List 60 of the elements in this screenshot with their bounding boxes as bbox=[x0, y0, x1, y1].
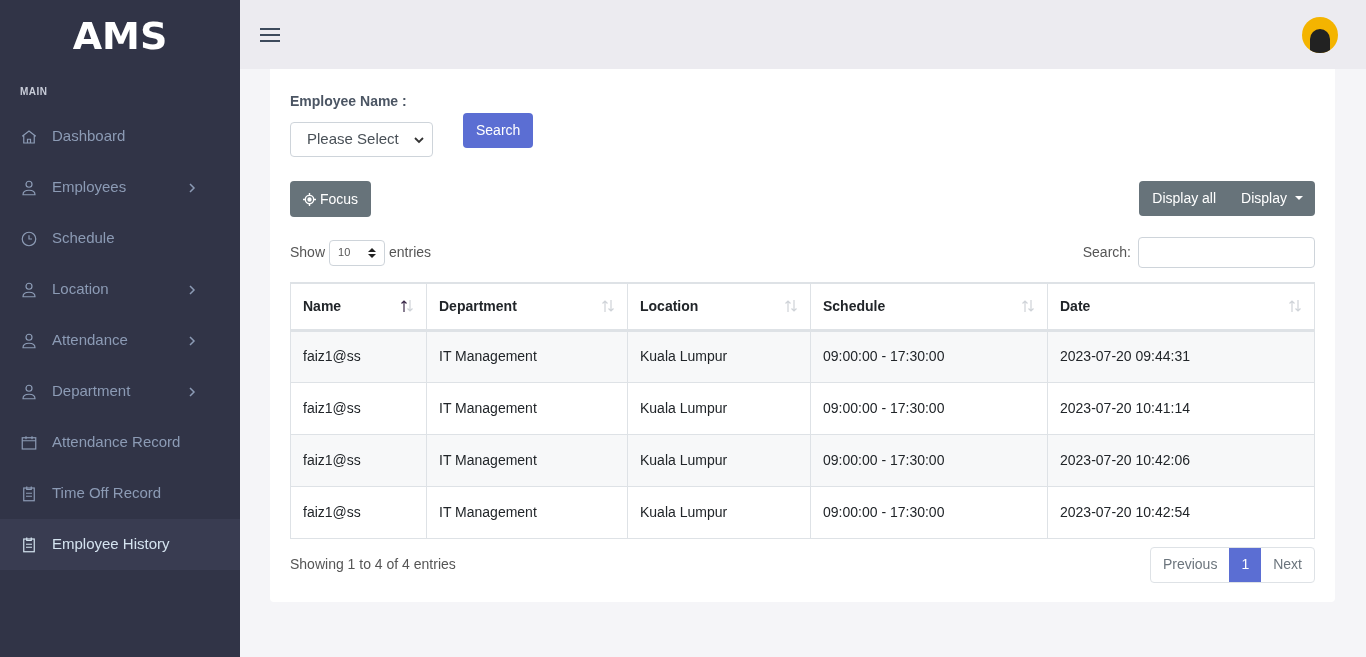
stepper-icon bbox=[368, 247, 377, 258]
field-label: Employee Name : bbox=[290, 92, 408, 111]
table-cell: 09:00:00 - 17:30:00 bbox=[810, 434, 1048, 486]
target-icon bbox=[303, 192, 316, 206]
search-label: Search: bbox=[1082, 243, 1131, 262]
user-icon bbox=[20, 178, 38, 197]
table-cell: IT Management bbox=[426, 382, 628, 434]
focus-button[interactable]: Focus bbox=[290, 181, 372, 217]
pagination-link[interactable]: 1 bbox=[1229, 547, 1262, 582]
table-cell: 2023-07-20 09:44:31 bbox=[1047, 330, 1315, 382]
table-cell: 09:00:00 - 17:30:00 bbox=[810, 486, 1048, 538]
clipboard-icon bbox=[20, 484, 38, 503]
user-icon bbox=[20, 331, 38, 350]
table-cell: 2023-07-20 10:42:06 bbox=[1047, 434, 1315, 486]
sidebar-item[interactable]: Time Off Record bbox=[0, 468, 240, 519]
sidebar-item[interactable]: Employee History bbox=[0, 519, 240, 570]
clipboard-icon bbox=[20, 535, 38, 554]
calendar-icon bbox=[20, 433, 38, 452]
clock-icon bbox=[20, 229, 38, 248]
sidebar-item[interactable]: Location bbox=[0, 264, 240, 315]
sidebar-item[interactable]: Schedule bbox=[0, 213, 240, 264]
table-cell: IT Management bbox=[426, 486, 628, 538]
display-dropdown-button[interactable]: Display bbox=[1229, 181, 1315, 216]
table-cell: 09:00:00 - 17:30:00 bbox=[810, 330, 1048, 382]
pagination-link[interactable]: Next bbox=[1261, 547, 1314, 582]
table-cell: 2023-07-20 10:41:14 bbox=[1047, 382, 1315, 434]
table-cell: 2023-07-20 10:42:54 bbox=[1047, 486, 1315, 538]
search-button[interactable]: Search bbox=[463, 113, 534, 148]
sidebar-item[interactable]: Attendance Record bbox=[0, 417, 240, 468]
pagination-link[interactable]: Previous bbox=[1150, 547, 1230, 582]
entries-label: entries bbox=[389, 243, 432, 262]
employee-select[interactable]: Please Select bbox=[290, 122, 433, 157]
sidebar-item[interactable]: Dashboard bbox=[0, 111, 240, 162]
app-logo: AMS bbox=[72, 12, 168, 60]
table-cell: Kuala Lumpur bbox=[627, 486, 811, 538]
table-cell: Kuala Lumpur bbox=[627, 434, 811, 486]
table-info: Showing 1 to 4 of 4 entries bbox=[290, 555, 456, 574]
table-cell: Kuala Lumpur bbox=[627, 330, 811, 382]
table-cell: Kuala Lumpur bbox=[627, 382, 811, 434]
menu-icon[interactable] bbox=[260, 27, 280, 42]
sidebar-item[interactable]: Attendance bbox=[0, 315, 240, 366]
table-cell: faiz1@ss bbox=[290, 382, 427, 434]
table-cell: IT Management bbox=[426, 434, 628, 486]
section-label: MAIN bbox=[19, 85, 49, 99]
caret-icon bbox=[1295, 196, 1303, 201]
table-cell: IT Management bbox=[426, 330, 628, 382]
user-icon bbox=[20, 280, 38, 299]
sidebar-item[interactable]: Department bbox=[0, 366, 240, 417]
user-icon bbox=[20, 382, 38, 401]
table-cell: faiz1@ss bbox=[290, 434, 427, 486]
table-cell: faiz1@ss bbox=[290, 330, 427, 382]
sidebar-item[interactable]: Employees bbox=[0, 162, 240, 213]
page-length-select[interactable]: 10 bbox=[329, 239, 386, 266]
table-search-field[interactable] bbox=[1138, 237, 1315, 268]
table-cell: 09:00:00 - 17:30:00 bbox=[810, 382, 1048, 434]
show-label: Show bbox=[290, 243, 326, 262]
table-cell: faiz1@ss bbox=[290, 486, 427, 538]
chevron-down-icon bbox=[414, 135, 424, 144]
display-all-button[interactable]: Display all bbox=[1139, 181, 1230, 216]
avatar[interactable] bbox=[1302, 16, 1338, 53]
